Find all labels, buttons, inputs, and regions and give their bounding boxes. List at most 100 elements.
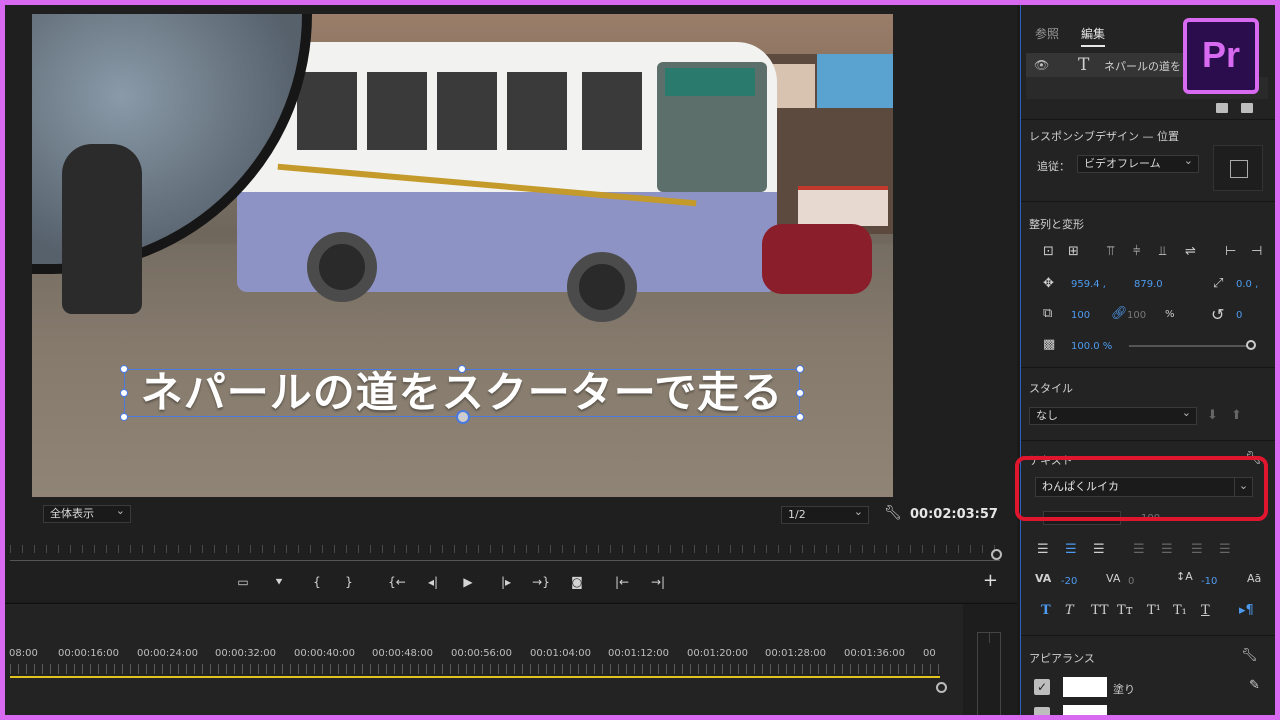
go-to-out-icon[interactable]: →} xyxy=(530,573,552,591)
ruler-label: 00:00:24:00 xyxy=(137,648,199,659)
rotation-value[interactable]: 0 xyxy=(1236,310,1242,321)
pull-style-icon[interactable]: ⬆ xyxy=(1231,408,1242,423)
button-editor-plus-icon[interactable]: + xyxy=(983,570,998,591)
timeline-zoom-handle[interactable] xyxy=(936,682,947,693)
align-left-icon[interactable]: ⊢ xyxy=(1225,244,1236,259)
rotation-icon: ↺ xyxy=(1211,305,1225,324)
timeline-ticks xyxy=(10,664,940,674)
layer-name: ネパールの道を xyxy=(1104,60,1181,73)
percent-label: % xyxy=(1165,309,1175,320)
align-bottom-icon[interactable]: ⫫ xyxy=(1159,244,1166,259)
center-text-icon[interactable]: ☰ xyxy=(1065,542,1077,557)
ruler-label: 00 xyxy=(923,648,936,659)
leading-icon: ↕A xyxy=(1176,570,1193,583)
position-x[interactable]: 959.4 , xyxy=(1071,279,1106,290)
opacity-icon: ▩ xyxy=(1043,337,1056,352)
align-text-left-icon[interactable]: ☰ xyxy=(1037,542,1049,557)
faux-italic-icon[interactable]: T xyxy=(1065,603,1074,618)
justify-left-icon[interactable]: ☰ xyxy=(1133,542,1145,557)
transport-controls: ▭ ⯆ { } {← ◂| ▶ |▸ →} ◙ |← →| + xyxy=(10,567,1022,597)
position-icon: ✥ xyxy=(1043,276,1054,291)
align-center-icon[interactable]: ⊣ xyxy=(1251,244,1262,259)
export-frame-icon[interactable]: ◙ xyxy=(566,573,588,591)
anchor-x[interactable]: 0.0 , xyxy=(1236,279,1258,290)
kerning-icon: VA xyxy=(1035,572,1052,585)
opacity-slider[interactable] xyxy=(1129,345,1249,347)
program-monitor: ネパールの道をスクーターで走る 全体表示 1/2 🔧︎ 00:02:03:57 … xyxy=(5,5,1017,602)
ruler-label: 00:01:36:00 xyxy=(844,648,906,659)
lift-icon[interactable]: |← xyxy=(611,573,633,591)
push-style-icon[interactable]: ⬇ xyxy=(1207,408,1218,423)
extract-icon[interactable]: →| xyxy=(647,573,669,591)
mark-in-icon[interactable]: { xyxy=(306,573,328,591)
premiere-pro-logo: Pr xyxy=(1183,18,1259,94)
leading-value[interactable]: -10 xyxy=(1201,576,1217,587)
appearance-wrench-icon[interactable]: 🔧︎ xyxy=(1241,648,1258,663)
mark-out-icon[interactable]: } xyxy=(338,573,360,591)
text-layer-icon: T xyxy=(1078,55,1090,75)
play-icon[interactable]: ▶ xyxy=(457,573,479,591)
tracking-value[interactable]: 0 xyxy=(1128,576,1134,587)
underline-icon[interactable]: T xyxy=(1201,603,1210,618)
position-y[interactable]: 879.0 xyxy=(1134,279,1163,290)
step-forward-icon[interactable]: |▸ xyxy=(495,573,517,591)
work-area-bar[interactable] xyxy=(10,676,940,678)
monitor-time-ruler[interactable] xyxy=(10,539,1000,561)
align-text-right-icon[interactable]: ☰ xyxy=(1093,542,1105,557)
anchor-point-icon[interactable] xyxy=(456,410,470,424)
stroke-color-swatch[interactable] xyxy=(1063,705,1107,720)
settings-wrench-icon[interactable]: 🔧︎ xyxy=(884,505,902,521)
video-shop-sign xyxy=(798,186,888,226)
baseline-icon: Aā xyxy=(1247,572,1262,585)
ruler-label: 00:00:56:00 xyxy=(451,648,513,659)
align-vertical-center-icon[interactable]: ⊡ xyxy=(1043,244,1054,259)
stroke-checkbox[interactable] xyxy=(1034,707,1050,720)
add-marker-icon[interactable]: ⯆ xyxy=(268,573,290,591)
text-direction-icon[interactable]: ▸¶ xyxy=(1239,603,1254,618)
playback-resolution-select[interactable]: 1/2 xyxy=(781,504,869,524)
new-layer-icon[interactable] xyxy=(1216,103,1228,113)
safe-margins-icon[interactable]: ▭ xyxy=(232,573,254,591)
align-horizontal-center-icon[interactable]: ⊞ xyxy=(1068,244,1079,259)
opacity-slider-handle[interactable] xyxy=(1246,340,1256,350)
kerning-value[interactable]: -20 xyxy=(1061,576,1077,587)
video-rider xyxy=(62,144,142,314)
ruler-label: 00:00:16:00 xyxy=(58,648,120,659)
video-frame[interactable]: ネパールの道をスクーターで走る xyxy=(32,14,893,497)
link-icon[interactable]: 🔗︎ xyxy=(1111,306,1128,321)
fill-color-swatch[interactable] xyxy=(1063,677,1107,697)
superscript-icon[interactable]: T¹ xyxy=(1147,603,1161,618)
distribute-icon[interactable]: ⇌ xyxy=(1185,244,1196,259)
tab-edit[interactable]: 編集 xyxy=(1081,25,1106,47)
faux-bold-icon[interactable]: T xyxy=(1041,603,1051,618)
pin-to-edges-widget[interactable] xyxy=(1213,145,1263,191)
follow-select[interactable]: ビデオフレーム xyxy=(1077,153,1199,173)
duplicate-layer-icon[interactable] xyxy=(1241,103,1253,113)
zoom-level-select[interactable]: 全体表示 xyxy=(43,503,131,523)
playhead-timecode[interactable]: 00:02:03:57 xyxy=(910,507,998,522)
video-motorbike xyxy=(762,224,872,294)
subscript-icon[interactable]: T₁ xyxy=(1173,603,1187,618)
justify-all-icon[interactable]: ☰ xyxy=(1219,542,1231,557)
fill-label: 塗り xyxy=(1113,683,1135,696)
style-select[interactable]: なし xyxy=(1029,405,1197,425)
eyedropper-icon[interactable]: ✎ xyxy=(1249,678,1260,693)
tab-browse[interactable]: 参照 xyxy=(1035,25,1059,42)
align-middle-icon[interactable]: ⫩ xyxy=(1133,244,1140,259)
all-caps-icon[interactable]: TT xyxy=(1091,603,1109,618)
justify-center-icon[interactable]: ☰ xyxy=(1161,542,1173,557)
opacity-value[interactable]: 100.0 % xyxy=(1071,341,1112,352)
zoom-scroll-handle[interactable] xyxy=(991,549,1002,560)
eye-icon[interactable]: 👁︎ xyxy=(1034,58,1049,72)
go-to-in-icon[interactable]: {← xyxy=(386,573,408,591)
fill-checkbox[interactable]: ✓ xyxy=(1034,679,1050,695)
justify-right-icon[interactable]: ☰ xyxy=(1191,542,1203,557)
layer-item[interactable]: 👁︎ T ネパールの道を xyxy=(1026,53,1191,77)
step-back-icon[interactable]: ◂| xyxy=(422,573,444,591)
align-top-icon[interactable]: ⫪ xyxy=(1107,244,1114,259)
timeline-ruler[interactable]: 08:00 00:00:16:00 00:00:24:00 00:00:32:0… xyxy=(5,648,945,662)
scale-height[interactable]: 100 xyxy=(1127,310,1146,321)
scale-value[interactable]: 100 xyxy=(1071,310,1090,321)
ruler-label: 00:00:48:00 xyxy=(372,648,434,659)
small-caps-icon[interactable]: Tт xyxy=(1117,603,1133,618)
